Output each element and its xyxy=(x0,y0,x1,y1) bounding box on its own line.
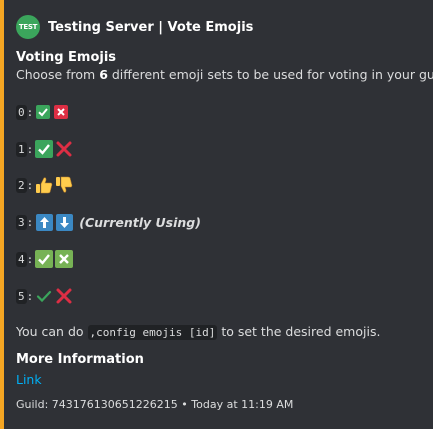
arrow-down-box-icon xyxy=(55,213,73,231)
emoji-set-2: 2: xyxy=(16,175,75,195)
embed-description: Choose from 6 different emoji sets to be… xyxy=(16,67,433,82)
config-command-code: ,config emojis [id] xyxy=(87,325,218,340)
instruction-prefix: You can do xyxy=(16,324,88,339)
thumbs-down-icon xyxy=(55,176,73,194)
red-cross-icon xyxy=(55,287,73,305)
emoji-set-4: 4: xyxy=(16,249,75,269)
emoji-set-0: 0: xyxy=(16,102,71,122)
more-information-link[interactable]: Link xyxy=(16,372,42,387)
set-id-colon: : xyxy=(26,142,34,156)
author-name[interactable]: Testing Server | Vote Emojis xyxy=(48,20,253,35)
author-avatar[interactable]: TEST xyxy=(16,15,40,39)
field-more-information-title: More Information xyxy=(16,352,144,367)
embed-title: Voting Emojis xyxy=(16,50,117,65)
footer-timestamp: Today at 11:19 AM xyxy=(191,398,294,411)
config-instruction: You can do ,config emojis [id] to set th… xyxy=(16,324,381,340)
set-id-colon: : xyxy=(26,105,34,119)
embed-author: TEST Testing Server | Vote Emojis xyxy=(16,14,253,40)
thin-check-icon xyxy=(35,287,53,305)
embed: TEST Testing Server | Vote Emojis Voting… xyxy=(0,0,433,429)
emoji-set-5: 5: xyxy=(16,286,75,306)
set-id-colon: : xyxy=(26,215,34,229)
set-id-code: 4 xyxy=(16,251,27,267)
set-id-code: 3 xyxy=(16,214,27,230)
set-id-code: 5 xyxy=(16,288,27,304)
embed-footer: Guild: 743176130651226215 • Today at 11:… xyxy=(16,398,293,411)
set-id-colon: : xyxy=(26,289,34,303)
footer-separator: • xyxy=(181,398,188,411)
description-suffix: different emoji sets to be used for voti… xyxy=(107,67,433,82)
red-cross-icon xyxy=(55,140,73,158)
instruction-suffix: to set the desired emojis. xyxy=(217,324,381,339)
check-box-green-icon xyxy=(35,250,54,268)
currently-using-label: (Currently Using) xyxy=(79,214,201,230)
set-id-code: 0 xyxy=(16,104,27,120)
arrow-up-box-icon xyxy=(35,213,53,231)
thumbs-up-icon xyxy=(35,176,53,194)
cross-box-small-icon xyxy=(53,104,69,120)
check-box-small-icon xyxy=(35,104,51,120)
heavy-check-icon xyxy=(35,140,54,158)
cross-box-green-icon xyxy=(55,250,74,268)
set-id-code: 2 xyxy=(16,177,27,193)
emoji-set-3: 3: (Currently Using) xyxy=(16,212,201,232)
set-id-colon: : xyxy=(26,252,34,266)
footer-guild-id: Guild: 743176130651226215 xyxy=(16,398,178,411)
emoji-set-1: 1: xyxy=(16,139,75,159)
description-prefix: Choose from xyxy=(16,67,100,82)
set-id-code: 1 xyxy=(16,141,27,157)
description-count: 6 xyxy=(99,67,108,82)
set-id-colon: : xyxy=(26,178,34,192)
